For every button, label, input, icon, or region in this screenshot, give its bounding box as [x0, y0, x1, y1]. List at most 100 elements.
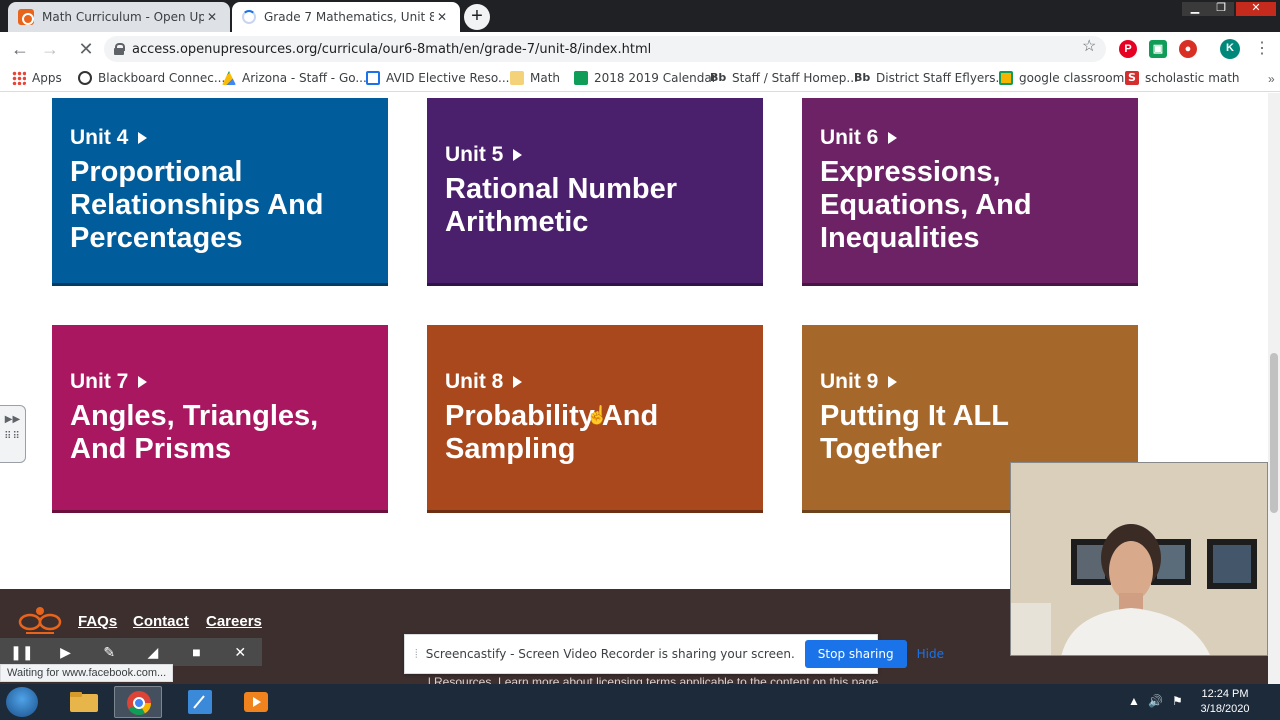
tab-grade7-unit8[interactable]: Grade 7 Mathematics, Unit 8 - O ✕	[232, 2, 460, 32]
play-arrow-icon	[888, 375, 898, 388]
play-arrow-icon	[513, 148, 523, 161]
footer-link-contact[interactable]: Contact	[133, 613, 189, 630]
bookmark-district-eflyers[interactable]: Bb District Staff Eflyers...	[854, 71, 1007, 85]
loading-status-text: Waiting for www.facebook.com...	[0, 664, 174, 682]
minimize-button[interactable]: ▁	[1182, 2, 1208, 16]
new-tab-button[interactable]: +	[464, 4, 490, 30]
webcam-person-image	[1011, 463, 1267, 655]
footer-link-careers[interactable]: Careers	[206, 613, 262, 630]
bookmark-scholastic-math[interactable]: S scholastic math	[1125, 71, 1240, 85]
double-arrow-icon: ▶▶	[4, 414, 21, 425]
tab-strip: Math Curriculum - Open Up Res ✕ Grade 7 …	[0, 0, 1280, 32]
unit-label: Unit 9	[820, 370, 1120, 394]
play-arrow-icon	[888, 132, 898, 144]
volume-icon[interactable]: 🔊	[1148, 694, 1163, 708]
bookmark-calendar[interactable]: 2018 2019 Calendar	[574, 71, 717, 85]
bookmark-star-icon[interactable]: ☆	[1082, 36, 1096, 56]
pen-icon[interactable]: ✎	[87, 644, 131, 661]
calendar-icon	[366, 71, 380, 85]
address-bar[interactable]: access.openupresources.org/curricula/our…	[104, 36, 1106, 62]
unit-card-7[interactable]: Unit 7 Angles, Triangles, And Prisms	[52, 325, 388, 513]
url-text[interactable]: access.openupresources.org/curricula/our…	[132, 42, 651, 57]
stop-loading-icon[interactable]: ✕	[74, 38, 98, 60]
hand-cursor-icon: ☝	[586, 405, 609, 425]
unit-title: Putting It ALL Together	[820, 399, 1009, 465]
file-explorer-icon[interactable]	[60, 686, 108, 718]
apps-grid-icon	[12, 71, 26, 85]
menu-dots-icon[interactable]: ⋮	[1254, 38, 1270, 58]
stop-sharing-button[interactable]: Stop sharing	[804, 640, 907, 668]
drag-handle-icon[interactable]: ⦙	[415, 647, 418, 662]
open-up-logo-icon[interactable]	[18, 605, 62, 635]
bookmark-arizona-staff[interactable]: Arizona - Staff - Go...	[222, 71, 367, 85]
close-icon[interactable]: ✕	[204, 10, 220, 24]
notes-app-icon[interactable]	[176, 686, 224, 718]
unit-label: Unit 5	[445, 143, 745, 167]
unit-label: Unit 6	[820, 126, 1120, 150]
unit-card-4[interactable]: Unit 4 Proportional Relationships And Pe…	[52, 98, 388, 286]
more-bookmarks-icon[interactable]: »	[1268, 72, 1275, 86]
open-up-resources-icon	[18, 9, 34, 25]
close-recorder-icon[interactable]: ✕	[218, 644, 262, 661]
classroom-icon	[999, 71, 1013, 85]
blackboard-icon	[78, 71, 92, 85]
unit-title: Proportional Relationships And Percentag…	[70, 156, 324, 254]
unit-label: Unit 8	[445, 370, 745, 394]
screen-share-message: Screencastify - Screen Video Recorder is…	[425, 647, 795, 661]
tray-expand-icon[interactable]: ▲	[1128, 694, 1140, 708]
scholastic-icon: S	[1125, 71, 1139, 85]
forward-arrow-icon[interactable]: →	[38, 38, 62, 60]
unit-title: Angles, Triangles, And Prisms	[70, 399, 319, 465]
extension-green-icon[interactable]: ▣	[1149, 40, 1167, 58]
bookmark-staff-homepage[interactable]: Bb Staff / Staff Homep...	[710, 71, 858, 85]
google-drive-icon	[222, 71, 236, 85]
close-icon[interactable]: ✕	[434, 10, 450, 24]
unit-label: Unit 7	[70, 370, 370, 394]
tab-math-curriculum[interactable]: Math Curriculum - Open Up Res ✕	[8, 2, 230, 32]
webcam-toggle-icon[interactable]: ■	[175, 644, 219, 660]
restore-button[interactable]: ❐	[1208, 2, 1234, 16]
bookmarks-bar: Apps Blackboard Connec... Arizona - Staf…	[0, 66, 1280, 92]
back-arrow-icon[interactable]: ←	[8, 38, 32, 60]
windows-start-icon[interactable]	[6, 687, 38, 717]
pointer-icon[interactable]: ▶	[44, 644, 88, 661]
recorder-toolbar: ❚❚ ▶ ✎ ◢ ■ ✕	[0, 638, 262, 666]
pinterest-icon[interactable]: P	[1119, 40, 1137, 58]
screencastify-icon[interactable]: ●	[1179, 40, 1197, 58]
bookmark-math-folder[interactable]: Math	[510, 71, 560, 85]
clock-time: 12:24 PM	[1201, 688, 1249, 700]
scrollbar-thumb[interactable]	[1270, 353, 1278, 513]
screen-share-bar: ⦙ Screencastify - Screen Video Recorder …	[404, 634, 944, 674]
bookmark-google-classroom[interactable]: google classroom	[999, 71, 1124, 85]
page-scrollbar[interactable]	[1268, 93, 1280, 689]
browser-toolbar: ← → ✕ access.openupresources.org/curricu…	[0, 32, 1280, 66]
play-arrow-icon	[513, 375, 523, 388]
clock-date: 3/18/2020	[1200, 703, 1250, 715]
bookmark-avid-elective[interactable]: AVID Elective Reso...	[366, 71, 510, 85]
chrome-icon[interactable]	[114, 686, 162, 718]
sheets-icon	[574, 71, 588, 85]
footer-link-faqs[interactable]: FAQs	[78, 613, 117, 630]
bookmark-apps[interactable]: Apps	[12, 71, 62, 85]
unit-card-6[interactable]: Unit 6 Expressions, Equations, And Inequ…	[802, 98, 1138, 286]
bookmark-blackboard[interactable]: Blackboard Connec...	[78, 71, 225, 85]
tab-title: Grade 7 Mathematics, Unit 8 - O	[264, 10, 434, 24]
unit-title: Rational Number Arithmetic	[445, 172, 678, 238]
close-window-button[interactable]: ✕	[1236, 2, 1276, 16]
hide-button[interactable]: Hide	[917, 647, 944, 661]
play-arrow-icon	[138, 132, 148, 144]
unit-title: Expressions, Equations, And Inequalities	[820, 156, 1032, 254]
network-flag-icon[interactable]: ⚑	[1172, 694, 1183, 708]
taskbar-clock[interactable]: 12:24 PM 3/18/2020	[1192, 687, 1258, 717]
profile-avatar[interactable]: K	[1220, 39, 1240, 59]
lock-icon	[114, 43, 125, 55]
bb-icon: Bb	[710, 71, 727, 84]
eraser-icon[interactable]: ◢	[131, 644, 175, 661]
side-drawer-handle[interactable]: ▶▶ ⠿⠿	[0, 405, 26, 463]
media-player-icon[interactable]	[232, 686, 280, 718]
bb-icon: Bb	[854, 71, 871, 84]
unit-card-5[interactable]: Unit 5 Rational Number Arithmetic	[427, 98, 763, 286]
webcam-overlay[interactable]	[1010, 462, 1268, 656]
windows-taskbar: ▲ 🔊 ⚑ 12:24 PM 3/18/2020	[0, 684, 1280, 720]
pause-icon[interactable]: ❚❚	[0, 644, 44, 661]
